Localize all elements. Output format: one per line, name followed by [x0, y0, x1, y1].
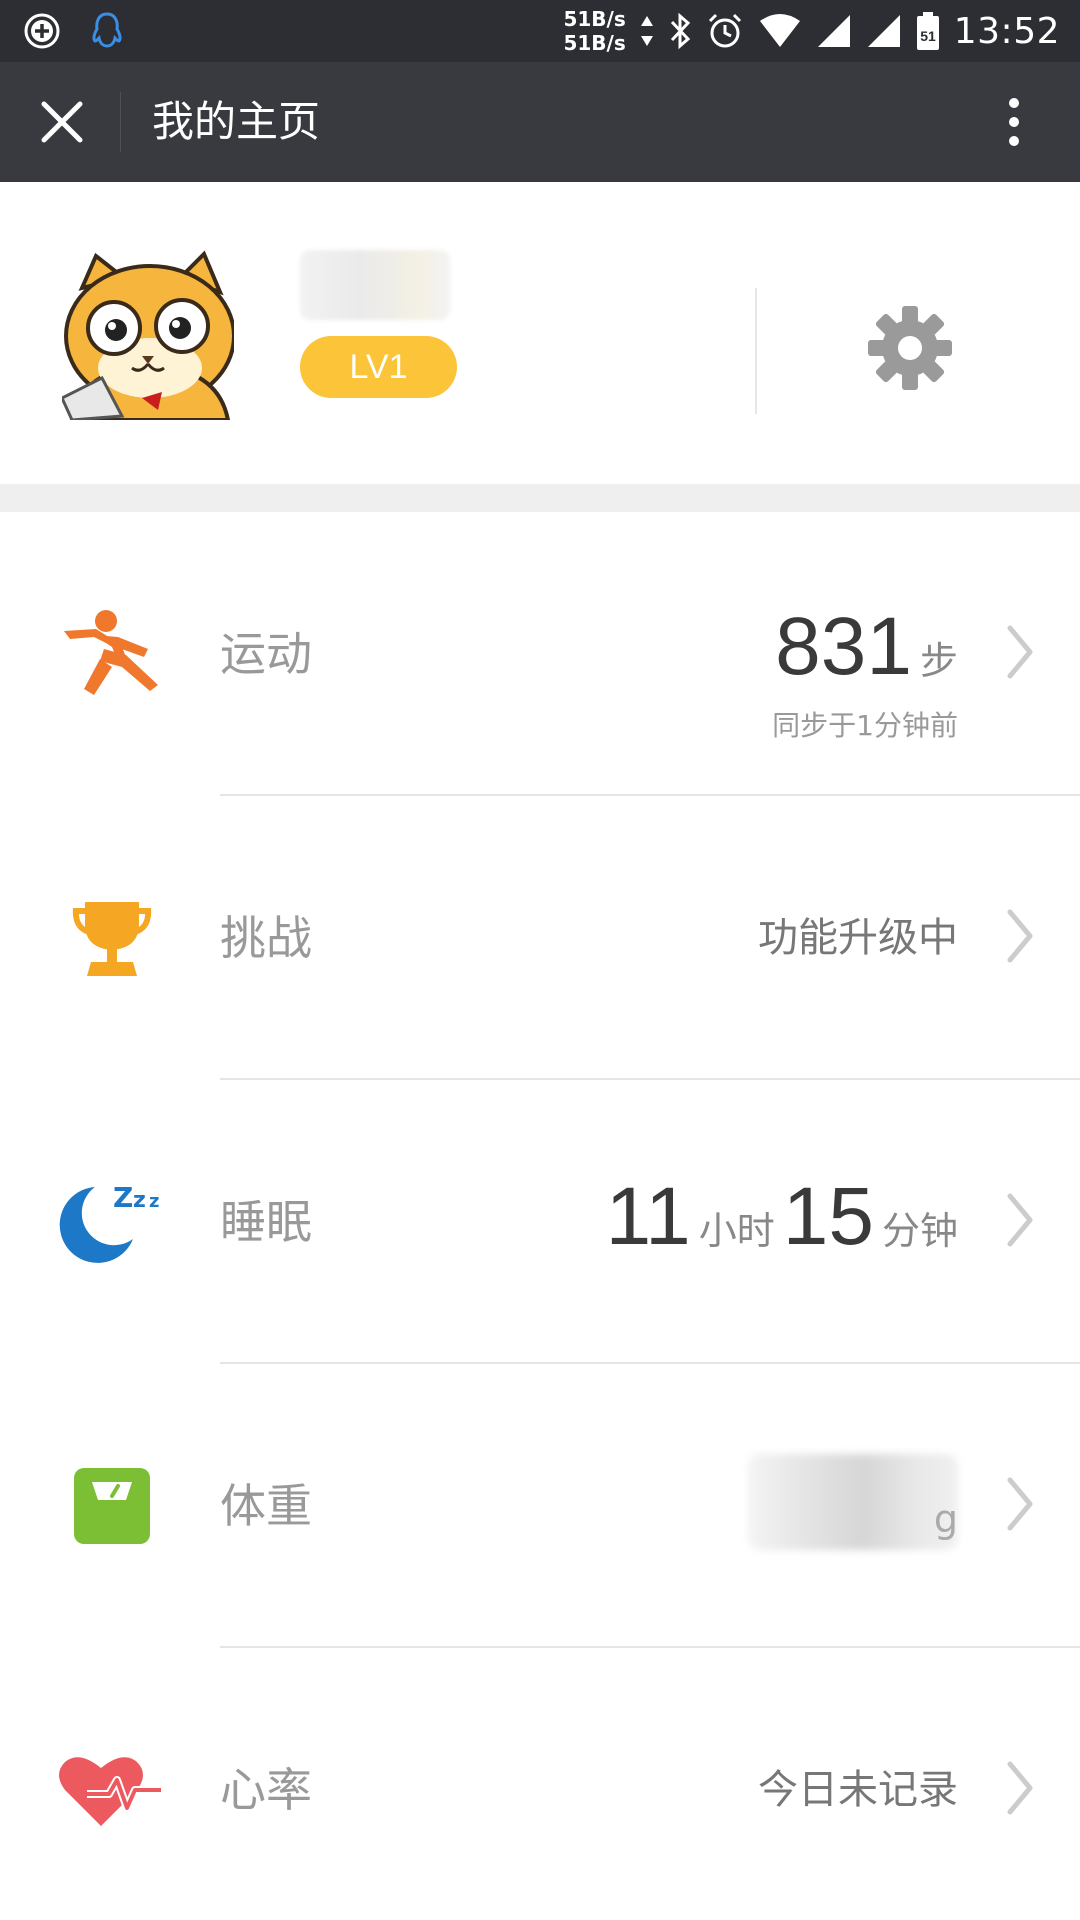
profile-card: LV1	[0, 182, 1080, 484]
chevron-right-icon	[1007, 1477, 1033, 1531]
wifi-icon	[759, 14, 800, 47]
running-person-icon	[52, 594, 172, 714]
list-item-challenge[interactable]: 挑战 功能升级中	[0, 796, 1080, 1080]
qq-penguin-icon	[92, 12, 122, 48]
alarm-icon	[708, 13, 741, 48]
chevron-right-icon	[1007, 1193, 1033, 1247]
steps-count: 831	[775, 601, 912, 692]
page-title: 我的主页	[152, 97, 321, 146]
sleep-minutes-unit: 分钟	[881, 1209, 958, 1253]
close-icon	[41, 101, 83, 143]
list-item-heart-rate[interactable]: 心率 今日未记录	[0, 1648, 1080, 1920]
svg-text:z: z	[149, 1191, 159, 1212]
chevron-right-icon	[1007, 909, 1033, 963]
close-button[interactable]	[24, 84, 100, 160]
sim-label: 51	[920, 28, 936, 44]
exercise-label: 运动	[220, 627, 312, 681]
more-vertical-icon	[1009, 98, 1019, 146]
steps-unit: 步	[919, 639, 958, 683]
signal-icon-2	[867, 15, 900, 47]
sleep-minutes: 15	[782, 1171, 874, 1262]
sleep-hours: 11	[605, 1171, 691, 1262]
chevron-right-icon	[1007, 1761, 1033, 1815]
network-speed: 51B/s 51B/s	[563, 7, 625, 55]
exercise-value: 831 步	[775, 602, 958, 714]
chevron-right-icon	[1007, 625, 1033, 679]
add-circle-icon	[24, 13, 60, 49]
weight-value-blurred	[748, 1454, 958, 1550]
heart-rate-status: 今日未记录	[758, 1767, 958, 1813]
list-item-sleep[interactable]: Z z z 睡眠 11 小时15 分钟	[0, 1080, 1080, 1364]
nav-divider	[120, 92, 121, 152]
weight-label: 体重	[220, 1479, 312, 1533]
heart-rate-label: 心率	[220, 1763, 312, 1817]
app-frame: 51B/s 51B/s 51 13:52 我的主页 LV1 运动 831 步 同…	[0, 0, 1080, 1920]
nav-bar: 我的主页	[0, 62, 1080, 182]
trophy-icon	[52, 878, 172, 998]
list-item-weight[interactable]: 体重 g	[0, 1364, 1080, 1648]
net-up-speed: 51B/s	[563, 7, 626, 31]
sleep-duration: 11 小时15 分钟	[606, 1172, 958, 1284]
sleep-hours-unit: 小时	[698, 1209, 775, 1253]
settings-button[interactable]	[860, 298, 960, 398]
svg-text:Z: Z	[113, 1181, 133, 1214]
list-item-exercise[interactable]: 运动 831 步 同步于1分钟前	[0, 512, 1080, 796]
cat-avatar-icon	[62, 250, 234, 420]
username-blurred	[300, 250, 450, 320]
battery-icon: 51	[916, 12, 939, 50]
scale-icon	[52, 1446, 172, 1566]
moon-zzz-icon: Z z z	[52, 1162, 172, 1282]
level-badge: LV1	[300, 336, 457, 398]
status-time: 13:52	[953, 10, 1060, 52]
avatar[interactable]	[62, 248, 234, 420]
weight-unit: g	[933, 1497, 958, 1541]
status-right-icons: 51B/s 51B/s 51 13:52	[563, 0, 1060, 62]
arrows-updown-icon	[640, 16, 653, 46]
status-left-icons	[22, 10, 124, 52]
signal-icon	[817, 15, 850, 47]
challenge-label: 挑战	[220, 911, 312, 965]
sync-status: 同步于1分钟前	[772, 709, 958, 742]
sleep-label: 睡眠	[220, 1195, 312, 1249]
status-bar: 51B/s 51B/s 51 13:52	[0, 0, 1080, 62]
net-down-speed: 51B/s	[563, 31, 626, 55]
challenge-status: 功能升级中	[758, 915, 958, 961]
bluetooth-icon	[670, 12, 690, 50]
heart-pulse-icon	[52, 1730, 172, 1850]
section-gap	[0, 484, 1080, 512]
svg-text:z: z	[133, 1188, 146, 1213]
profile-divider	[755, 288, 757, 414]
gear-icon	[868, 306, 952, 390]
more-button[interactable]	[976, 84, 1052, 160]
